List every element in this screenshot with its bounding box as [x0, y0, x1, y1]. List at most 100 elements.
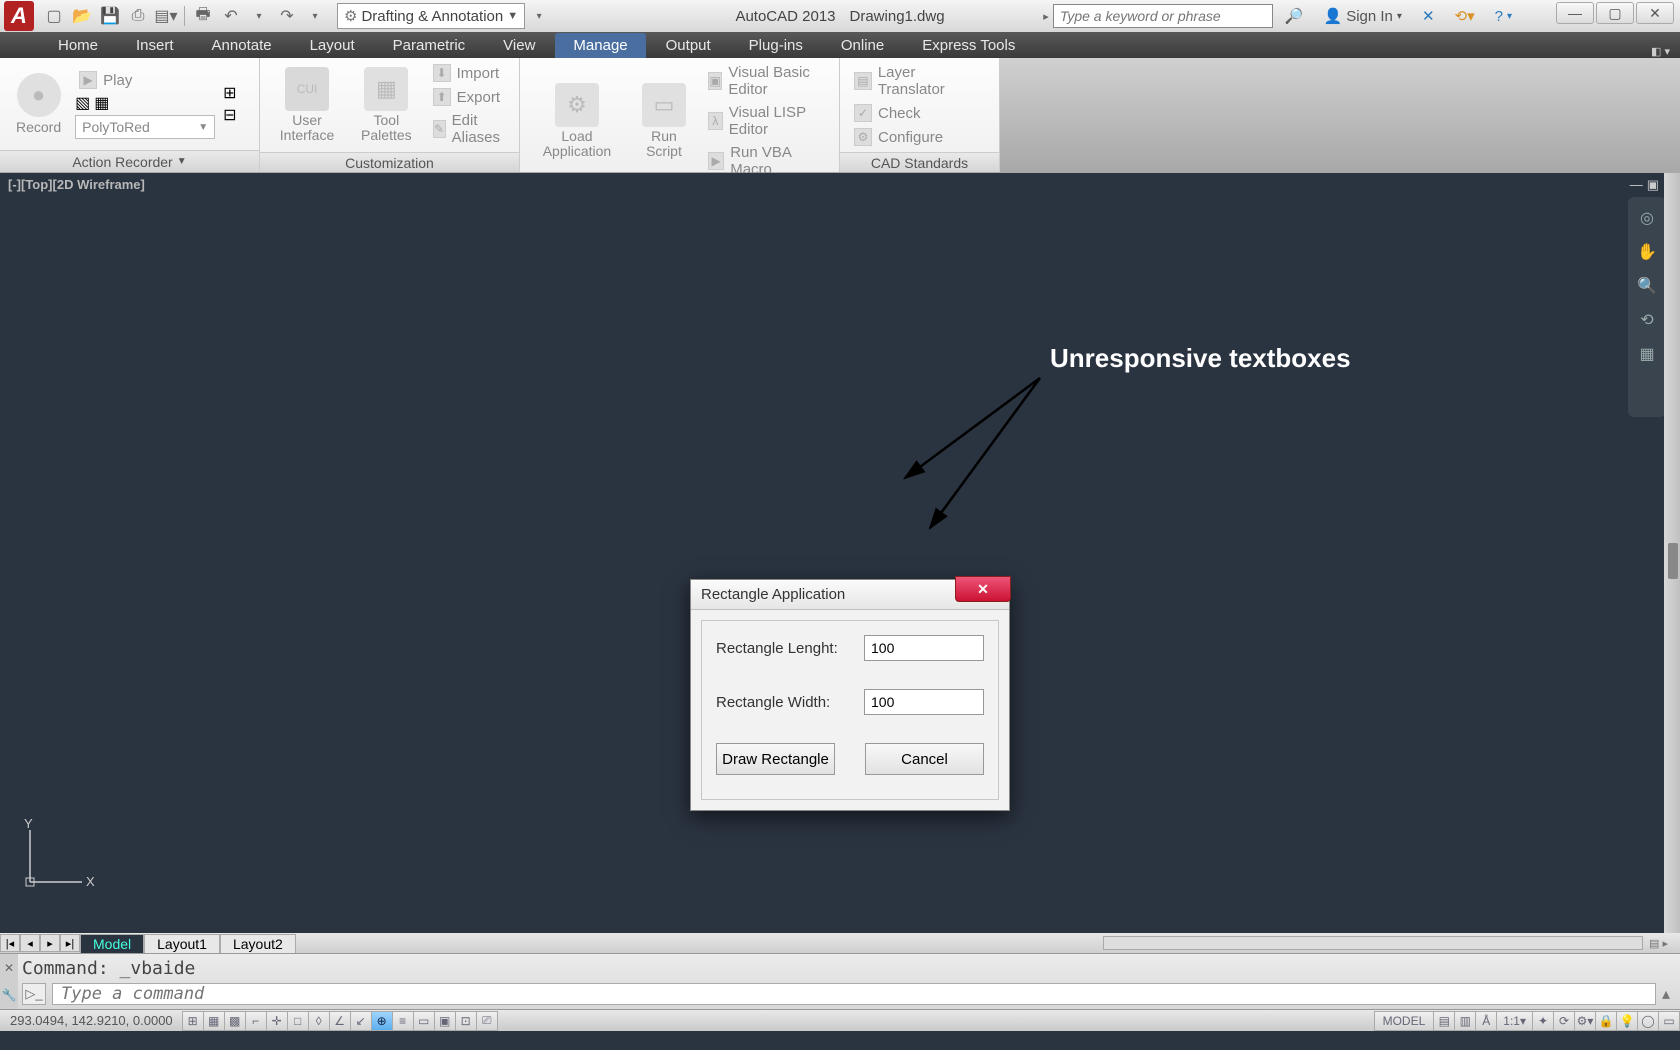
- sc-toggle[interactable]: ⊡: [455, 1011, 477, 1031]
- maximize-button[interactable]: ▢: [1596, 2, 1634, 24]
- draw-rectangle-button[interactable]: Draw Rectangle: [716, 743, 835, 775]
- export-button[interactable]: ⬆Export: [429, 86, 509, 108]
- minimize-button[interactable]: —: [1556, 2, 1594, 24]
- annoscale-icon[interactable]: Å: [1475, 1011, 1497, 1031]
- dialog-titlebar[interactable]: Rectangle Application ✕: [691, 580, 1009, 610]
- configure-standards-button[interactable]: ⚙Configure: [850, 126, 989, 148]
- quickview-layouts-icon[interactable]: ▤: [1433, 1011, 1455, 1031]
- cancel-button[interactable]: Cancel: [865, 743, 984, 775]
- tab-parametric[interactable]: Parametric: [375, 33, 484, 58]
- chevron-down-icon[interactable]: ▼: [177, 156, 187, 167]
- redo-icon[interactable]: ↷: [275, 4, 299, 28]
- action-preset-dropdown[interactable]: PolyToRed▼: [75, 115, 215, 139]
- search-go-icon[interactable]: 🔎: [1277, 5, 1312, 27]
- command-prompt-icon[interactable]: ▷_: [22, 983, 46, 1005]
- orbit-icon[interactable]: ⟲: [1636, 309, 1658, 331]
- sheet-tab-layout1[interactable]: Layout1: [144, 934, 220, 953]
- otrack-toggle[interactable]: ∠: [329, 1011, 351, 1031]
- rectangle-length-input[interactable]: [864, 635, 984, 661]
- vertical-scrollbar[interactable]: [1664, 173, 1680, 933]
- wrench-icon[interactable]: 🔧: [2, 988, 17, 1002]
- rectangle-width-input[interactable]: [864, 689, 984, 715]
- help-icon[interactable]: ? ▾: [1487, 6, 1520, 27]
- close-button[interactable]: ✕: [1636, 2, 1674, 24]
- horizontal-scrollbar[interactable]: ▤ ▸: [296, 936, 1680, 950]
- tab-manage[interactable]: Manage: [555, 33, 645, 58]
- ar-icon1[interactable]: ▧: [75, 93, 90, 113]
- new-icon[interactable]: ▢: [42, 4, 66, 28]
- sheet-tab-layout2[interactable]: Layout2: [220, 934, 296, 953]
- pan-icon[interactable]: ✋: [1636, 241, 1658, 263]
- close-icon[interactable]: ✕: [4, 961, 14, 975]
- edit-aliases-button[interactable]: ✎Edit Aliases: [429, 110, 509, 148]
- plot-dropdown-icon[interactable]: ▤▾: [154, 4, 178, 28]
- drawing-canvas[interactable]: [-][Top][2D Wireframe] — ▣ ✕ ◎ ✋ 🔍 ⟲ ▦ U…: [0, 173, 1680, 933]
- dialog-close-button[interactable]: ✕: [955, 576, 1011, 602]
- snap-toggle[interactable]: ▦: [203, 1011, 225, 1031]
- tab-express[interactable]: Express Tools: [904, 33, 1033, 58]
- sheet-next-icon[interactable]: ▸: [40, 934, 60, 952]
- model-paper-toggle[interactable]: MODEL: [1374, 1011, 1435, 1031]
- 3dosnap-toggle[interactable]: ◊: [308, 1011, 330, 1031]
- undo-icon[interactable]: ↶: [219, 4, 243, 28]
- workspace-menu-icon[interactable]: ▾: [527, 4, 551, 28]
- search-input[interactable]: [1053, 4, 1273, 28]
- sheet-first-icon[interactable]: |◂: [0, 934, 20, 952]
- ar-icon2[interactable]: ▦: [94, 93, 109, 113]
- ducs-toggle[interactable]: ↙: [350, 1011, 372, 1031]
- ar-icon3[interactable]: ⊞: [223, 83, 236, 103]
- infer-constraints-toggle[interactable]: ⊞: [182, 1011, 204, 1031]
- zoom-extents-icon[interactable]: 🔍: [1636, 275, 1658, 297]
- quickview-drawings-icon[interactable]: ▥: [1454, 1011, 1476, 1031]
- showmotion-icon[interactable]: ▦: [1636, 343, 1658, 365]
- tab-view[interactable]: View: [485, 33, 553, 58]
- stayconnected-icon[interactable]: ⟲▾: [1447, 5, 1483, 27]
- command-input[interactable]: [52, 983, 1656, 1005]
- play-button[interactable]: ▶Play: [75, 69, 215, 91]
- import-button[interactable]: ⬇Import: [429, 62, 509, 84]
- annovis-icon[interactable]: ✦: [1532, 1011, 1554, 1031]
- app-logo-icon[interactable]: A: [4, 1, 34, 31]
- scroll-thumb[interactable]: [1668, 543, 1678, 579]
- ws-switch-icon[interactable]: ⚙▾: [1574, 1011, 1596, 1031]
- annotation-scale-dropdown[interactable]: 1:1▾: [1496, 1011, 1533, 1031]
- clean-screen-icon[interactable]: ▭: [1658, 1011, 1680, 1031]
- polar-toggle[interactable]: ✛: [266, 1011, 288, 1031]
- ar-icon4[interactable]: ⊟: [223, 105, 236, 125]
- vlisp-editor-button[interactable]: λVisual LISP Editor: [704, 102, 829, 140]
- saveas-icon[interactable]: ⎙: [126, 4, 150, 28]
- redo-dd-icon[interactable]: ▾: [303, 4, 327, 28]
- save-icon[interactable]: 💾: [98, 4, 122, 28]
- hardware-accel-icon[interactable]: 💡: [1616, 1011, 1638, 1031]
- isolate-objects-icon[interactable]: ◯: [1637, 1011, 1659, 1031]
- signin-button[interactable]: 👤Sign In▾: [1316, 5, 1410, 27]
- load-application-button[interactable]: ⚙Load Application: [530, 81, 624, 162]
- open-icon[interactable]: 📂: [70, 4, 94, 28]
- navwheel-icon[interactable]: ◎: [1636, 207, 1658, 229]
- dyn-toggle[interactable]: ⊕: [371, 1011, 393, 1031]
- sheet-last-icon[interactable]: ▸|: [60, 934, 80, 952]
- tab-insert[interactable]: Insert: [118, 33, 192, 58]
- coordinates-readout[interactable]: 293.0494, 142.9210, 0.0000: [0, 1013, 183, 1028]
- sheet-prev-icon[interactable]: ◂: [20, 934, 40, 952]
- vba-editor-button[interactable]: ▣Visual Basic Editor: [704, 62, 829, 100]
- record-button[interactable]: ●Record: [10, 71, 67, 137]
- toolbar-lock-icon[interactable]: 🔒: [1595, 1011, 1617, 1031]
- viewport-label[interactable]: [-][Top][2D Wireframe]: [8, 177, 145, 192]
- layer-translator-button[interactable]: ▤Layer Translator: [850, 62, 989, 100]
- tab-annotate[interactable]: Annotate: [194, 33, 290, 58]
- ribbon-collapse-icon[interactable]: ◧ ▾: [1641, 45, 1680, 58]
- tab-layout[interactable]: Layout: [292, 33, 373, 58]
- tab-output[interactable]: Output: [648, 33, 729, 58]
- tpy-toggle[interactable]: ▭: [413, 1011, 435, 1031]
- lwt-toggle[interactable]: ≡: [392, 1011, 414, 1031]
- check-standards-button[interactable]: ✓Check: [850, 102, 989, 124]
- undo-dd-icon[interactable]: ▾: [247, 4, 271, 28]
- exchange-icon[interactable]: ✕: [1414, 5, 1443, 27]
- command-expand-icon[interactable]: ▴: [1662, 984, 1670, 1004]
- vp-minimize-icon[interactable]: —: [1630, 177, 1643, 193]
- print-icon[interactable]: 🖶: [191, 4, 215, 28]
- ortho-toggle[interactable]: ⌐: [245, 1011, 267, 1031]
- osnap-toggle[interactable]: □: [287, 1011, 309, 1031]
- command-handle[interactable]: ✕🔧: [0, 954, 18, 1009]
